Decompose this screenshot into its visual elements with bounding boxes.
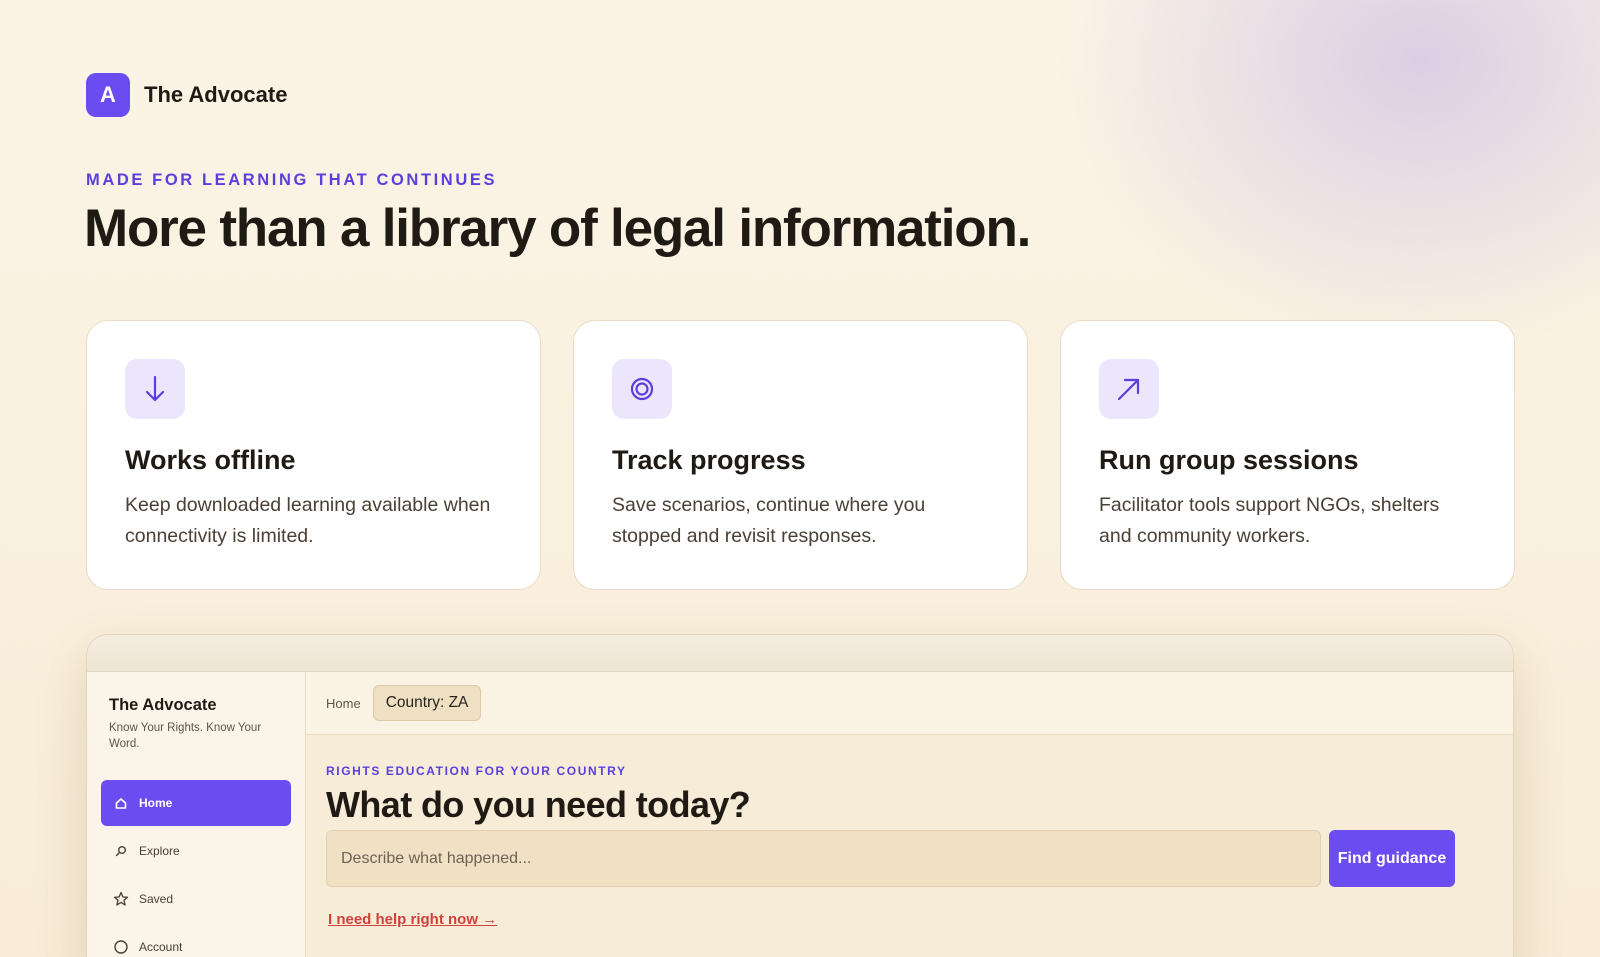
- main-content: Home Country: ZA RIGHTS EDUCATION FOR YO…: [306, 672, 1513, 957]
- feature-card-offline: Works offline Keep downloaded learning a…: [86, 320, 541, 590]
- circle-icon: [113, 939, 129, 955]
- feature-description: Save scenarios, continue where you stopp…: [612, 494, 926, 547]
- brand-logo: A: [86, 73, 130, 117]
- feature-title: Works offline: [125, 445, 296, 475]
- download-arrow-icon: [125, 359, 185, 419]
- hero-eyebrow: MADE FOR LEARNING THAT CONTINUES: [86, 171, 498, 189]
- up-right-arrow-icon: [1099, 359, 1159, 419]
- target-rings-icon: [612, 359, 672, 419]
- sidebar-nav: Home Explore Saved Account: [101, 780, 291, 957]
- sidebar-item-label: Explore: [139, 844, 180, 858]
- find-guidance-button[interactable]: Find guidance: [1329, 830, 1455, 887]
- sidebar-item-label: Saved: [139, 892, 174, 906]
- hero-headline: More than a library of legal information…: [84, 199, 1031, 258]
- describe-input[interactable]: [326, 830, 1321, 887]
- home-icon: [113, 797, 129, 809]
- sidebar-subtitle: Know Your Rights. Know Your Word.: [109, 722, 262, 750]
- feature-title: Track progress: [612, 445, 806, 475]
- page-title: What do you need today?: [326, 784, 751, 825]
- feature-card-progress: Track progress Save scenarios, continue …: [573, 320, 1028, 590]
- feature-card-group-sessions: Run group sessions Facilitator tools sup…: [1060, 320, 1515, 590]
- feature-description: Facilitator tools support NGOs, shelters…: [1099, 494, 1440, 547]
- search-row: Find guidance: [326, 830, 1493, 887]
- breadcrumb: Home Country: ZA: [306, 672, 1513, 735]
- sidebar-item-explore[interactable]: Explore: [101, 828, 291, 874]
- feature-cards: Works offline Keep downloaded learning a…: [86, 320, 1515, 590]
- sidebar-item-home[interactable]: Home: [101, 780, 291, 826]
- country-chip[interactable]: Country: ZA: [372, 685, 482, 721]
- sidebar-item-account[interactable]: Account: [101, 924, 291, 957]
- feature-title: Run group sessions: [1099, 445, 1359, 475]
- search-icon: [113, 845, 129, 857]
- brand-name: The Advocate: [144, 82, 288, 107]
- app-preview: The Advocate Know Your Rights. Know Your…: [86, 634, 1514, 957]
- brand[interactable]: A The Advocate: [86, 73, 287, 117]
- sidebar-item-label: Account: [139, 940, 183, 954]
- breadcrumb-home[interactable]: Home: [326, 696, 361, 711]
- sidebar: The Advocate Know Your Rights. Know Your…: [87, 672, 306, 957]
- sidebar-title: The Advocate: [109, 696, 217, 714]
- urgent-help-link[interactable]: I need help right now →: [328, 911, 497, 928]
- star-icon: [113, 891, 129, 907]
- app-window-bar: [87, 635, 1513, 672]
- sidebar-item-label: Home: [139, 796, 173, 810]
- feature-description: Keep downloaded learning available when …: [125, 494, 491, 547]
- sidebar-item-saved[interactable]: Saved: [101, 876, 291, 922]
- main-eyebrow: RIGHTS EDUCATION FOR YOUR COUNTRY: [326, 764, 627, 778]
